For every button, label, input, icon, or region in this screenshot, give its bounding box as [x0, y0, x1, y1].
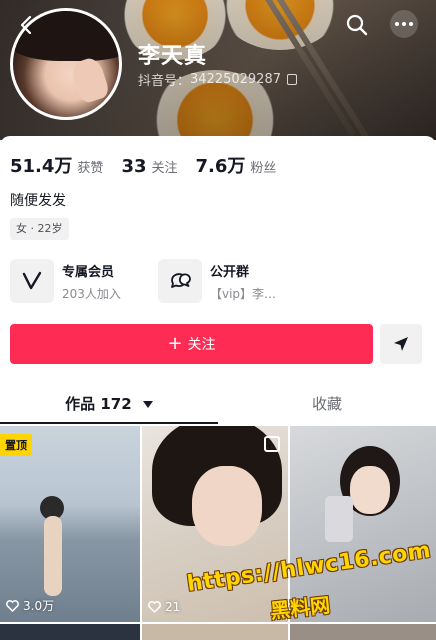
v-member-icon [10, 259, 54, 303]
member-count: 203人加入 [62, 286, 121, 301]
stat-following[interactable]: 33 关注 [121, 156, 177, 177]
caret-down-icon [142, 401, 153, 408]
nickname: 李天真 [138, 44, 208, 69]
plus-icon: + [167, 333, 183, 354]
exclusive-member-entry[interactable]: 专属会员 203人加入 [10, 258, 121, 304]
heart-icon [6, 599, 19, 612]
heart-icon [148, 601, 161, 613]
group-title: 公开群 [210, 264, 250, 280]
search-button[interactable] [344, 12, 370, 38]
video-thumbnail[interactable] [290, 624, 436, 640]
back-icon [20, 15, 32, 35]
stat-following-label: 关注 [151, 161, 178, 176]
more-icon [395, 22, 399, 26]
send-icon [394, 337, 408, 351]
stats-row: 51.4万 获赞 33 关注 7.6万 粉丝 [10, 152, 294, 178]
video-thumbnail[interactable] [142, 624, 288, 640]
group-name: 【vip】李… [210, 286, 277, 301]
tab-works-label: 作品 [65, 395, 96, 413]
stat-likes[interactable]: 51.4万 获赞 [10, 152, 103, 178]
stat-likes-number: 51.4万 [10, 156, 73, 177]
stat-likes-label: 获赞 [77, 161, 104, 176]
stat-followers-number: 7.6万 [195, 156, 246, 177]
stat-followers-label: 粉丝 [250, 161, 277, 176]
stat-followers[interactable]: 7.6万 粉丝 [196, 152, 277, 178]
group-chat-icon [158, 259, 202, 303]
pinned-badge: 置顶 [0, 434, 32, 456]
account-label: 抖音号： [138, 74, 191, 89]
follow-label: 关注 [187, 337, 216, 353]
tab-favorites-label: 收藏 [311, 395, 342, 413]
video-likes-count: 3.0万 [23, 599, 55, 613]
member-title: 专属会员 [62, 264, 115, 280]
public-group-entry[interactable]: 公开群 【vip】李… [158, 258, 276, 304]
follow-button[interactable]: + 关注 [10, 324, 373, 364]
video-thumbnail[interactable] [0, 624, 140, 640]
video-likes: 3.0万 [6, 597, 54, 614]
copy-icon[interactable] [287, 74, 297, 85]
gender-age-tag: 女 · 22岁 [10, 218, 69, 240]
account-id: 34225029287 [190, 72, 281, 87]
video-grid: 置顶 3.0万 21 [0, 426, 436, 640]
more-button[interactable] [390, 10, 418, 38]
video-likes: 21 [148, 600, 180, 614]
profile-tabs: 作品 172 收藏 [0, 384, 436, 424]
tab-works-count: 172 [100, 395, 132, 413]
active-tab-indicator [0, 422, 218, 424]
stat-following-number: 33 [121, 156, 147, 177]
account-id-row: 抖音号： 34225029287 [138, 70, 297, 89]
back-button[interactable] [14, 12, 40, 38]
send-message-button[interactable] [380, 324, 422, 364]
video-likes-count: 21 [165, 600, 181, 614]
search-icon [346, 14, 368, 36]
tab-favorites[interactable]: 收藏 [218, 384, 436, 424]
tab-works[interactable]: 作品 172 [0, 384, 218, 424]
multi-image-icon [264, 436, 280, 452]
video-thumbnail[interactable]: 置顶 3.0万 [0, 426, 140, 622]
bio-text: 随便发发 [10, 193, 66, 209]
